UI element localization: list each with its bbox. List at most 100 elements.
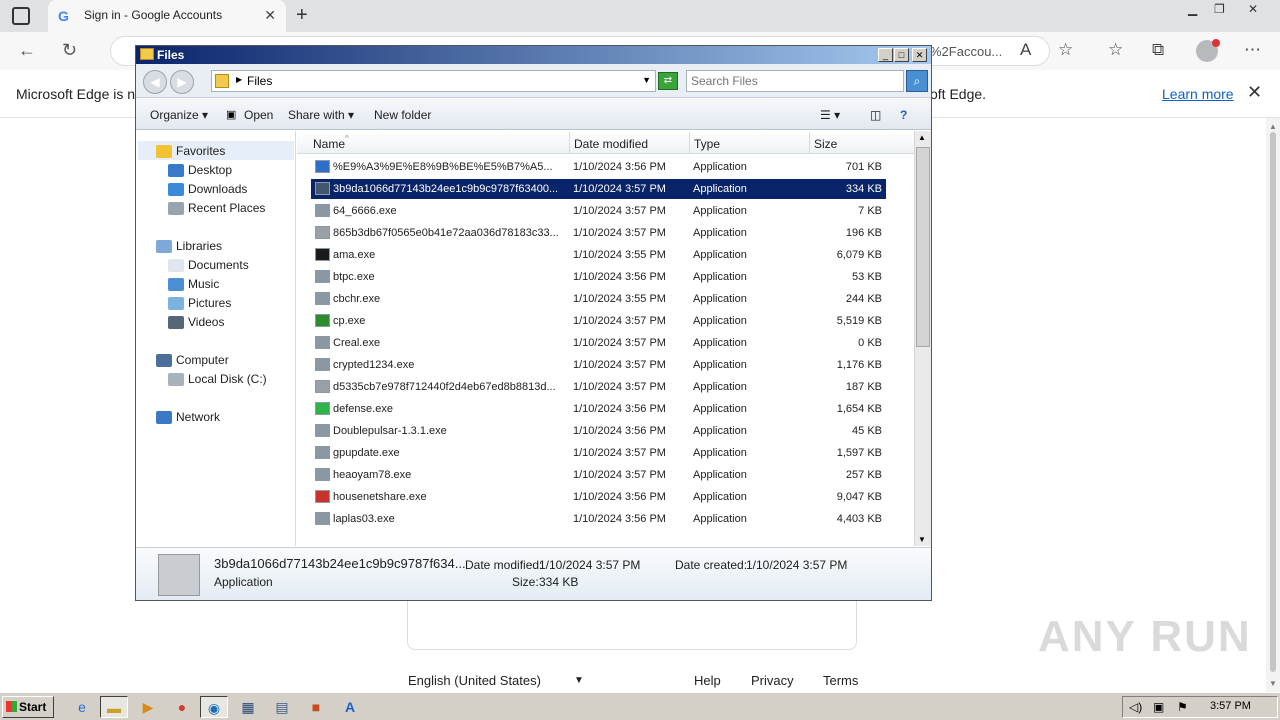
network-tray-icon[interactable]: ▣ [1153, 700, 1164, 714]
nav-music[interactable]: Music [168, 277, 219, 292]
learn-more-link[interactable]: Learn more [1162, 86, 1234, 102]
file-row[interactable]: %E9%A3%9E%E8%9B%BE%E5%B7%A5... 1/10/2024 … [311, 157, 886, 177]
chevron-down-icon[interactable]: ▼ [574, 675, 584, 686]
ie-icon[interactable]: e [68, 696, 96, 718]
browser-tab[interactable]: G Sign in - Google Accounts ✕ [48, 0, 286, 32]
new-tab-icon[interactable]: + [296, 4, 308, 27]
column-divider[interactable] [689, 132, 690, 154]
start-button[interactable]: Start [2, 696, 54, 718]
restore-icon[interactable]: ❐ [1214, 2, 1225, 16]
privacy-link[interactable]: Privacy [751, 673, 794, 688]
open-button[interactable]: Open [244, 108, 273, 122]
more-icon[interactable]: ⋯ [1244, 40, 1261, 60]
file-row[interactable]: Creal.exe 1/10/2024 3:57 PM Application 0 K… [311, 333, 886, 353]
read-aloud-icon[interactable]: A [1020, 40, 1031, 60]
nav-libraries[interactable]: Libraries [156, 239, 222, 254]
col-name[interactable]: Name [313, 137, 345, 151]
close-button[interactable]: ✕ [912, 48, 927, 62]
organize-button[interactable]: Organize ▾ [150, 108, 208, 122]
explorer-titlebar[interactable]: Files _ □ ✕ [136, 46, 931, 64]
file-row[interactable]: laplas03.exe 1/10/2024 3:56 PM Application… [311, 509, 886, 529]
app-icon[interactable]: ▤ [268, 696, 296, 718]
breadcrumb-arrow-icon[interactable]: ▶ [236, 75, 242, 84]
file-row[interactable]: ama.exe 1/10/2024 3:55 PM Application 6,079… [311, 245, 886, 265]
nav-computer[interactable]: Computer [156, 353, 229, 368]
file-row[interactable]: Doublepulsar-1.3.1.exe 1/10/2024 3:56 PM A… [311, 421, 886, 441]
file-row[interactable]: cp.exe 1/10/2024 3:57 PM Application 5,519 … [311, 311, 886, 331]
app-icon[interactable]: A [336, 696, 364, 718]
scroll-thumb[interactable] [916, 147, 930, 347]
favorites-icon[interactable]: ☆ [1108, 40, 1123, 60]
file-row[interactable]: housenetshare.exe 1/10/2024 3:56 PM Applic… [311, 487, 886, 507]
scroll-up-icon[interactable]: ▲ [1269, 122, 1277, 131]
scroll-down-icon[interactable]: ▼ [918, 535, 926, 544]
file-row[interactable]: 865b3db67f0565e0b41e72aa036d78183c33... 1… [311, 223, 886, 243]
nav-videos[interactable]: Videos [168, 315, 224, 330]
nav-recent-places[interactable]: Recent Places [168, 201, 265, 216]
collections-icon[interactable]: ⧉ [1152, 40, 1164, 60]
refresh-icon[interactable]: ↻ [62, 40, 77, 61]
refresh-button[interactable]: ⇄ [658, 72, 678, 90]
col-size[interactable]: Size [814, 137, 837, 151]
column-divider[interactable] [569, 132, 570, 154]
language-select[interactable]: English (United States) [408, 673, 541, 688]
flag-icon[interactable]: ⚑ [1177, 700, 1188, 714]
path-bar[interactable]: ▶ Files ▼ [211, 70, 656, 92]
breadcrumb[interactable]: Files [247, 74, 272, 88]
file-row[interactable]: heaoyam78.exe 1/10/2024 3:57 PM Applicatio… [311, 465, 886, 485]
edge-icon[interactable]: ◉ [200, 696, 228, 718]
nav-local-disk[interactable]: Local Disk (C:) [168, 372, 267, 387]
help-icon[interactable]: ? [900, 108, 907, 122]
file-row[interactable]: d5335cb7e978f712440f2d4eb67ed8b8813d... 1… [311, 377, 886, 397]
new-folder-button[interactable]: New folder [374, 108, 431, 122]
volume-icon[interactable]: ◁) [1129, 700, 1142, 714]
file-row[interactable]: 3b9da1066d77143b24ee1c9b9c9787f63400... 1… [311, 179, 886, 199]
nav-favorites[interactable]: Favorites [156, 144, 225, 159]
nav-downloads[interactable]: Downloads [168, 182, 247, 197]
nav-network[interactable]: Network [156, 410, 220, 425]
media-player-icon[interactable]: ▶ [134, 696, 162, 718]
file-row[interactable]: gpupdate.exe 1/10/2024 3:57 PM Application… [311, 443, 886, 463]
nav-pictures[interactable]: Pictures [168, 296, 231, 311]
chevron-down-icon[interactable]: ▼ [642, 75, 651, 85]
scroll-up-icon[interactable]: ▲ [918, 133, 926, 142]
search-icon[interactable]: ⌕ [906, 70, 928, 92]
add-favorite-icon[interactable]: ☆ [1058, 40, 1073, 60]
share-with-button[interactable]: Share with ▾ [288, 108, 354, 122]
views-icon[interactable]: ☰ ▾ [820, 108, 840, 122]
tab-actions-icon[interactable] [12, 7, 30, 25]
file-list-scrollbar[interactable]: ▲ ▼ [914, 131, 931, 546]
scroll-thumb[interactable] [1270, 132, 1276, 672]
preview-pane-icon[interactable]: ◫ [870, 108, 881, 122]
file-row[interactable]: defense.exe 1/10/2024 3:56 PM Application 1… [311, 399, 886, 419]
file-row[interactable]: cbchr.exe 1/10/2024 3:55 PM Application 244… [311, 289, 886, 309]
back-button[interactable]: ◀ [143, 70, 167, 94]
avatar[interactable] [1196, 39, 1220, 62]
column-divider[interactable] [809, 132, 810, 154]
search-input[interactable] [691, 74, 891, 88]
nav-documents[interactable]: Documents [168, 258, 249, 273]
close-icon[interactable]: ✕ [1247, 82, 1262, 103]
maximize-button[interactable]: □ [894, 48, 909, 62]
nav-desktop[interactable]: Desktop [168, 163, 232, 178]
file-row[interactable]: crypted1234.exe 1/10/2024 3:57 PM Applicat… [311, 355, 886, 375]
col-type[interactable]: Type [694, 137, 720, 151]
page-scrollbar[interactable]: ▲ ▼ [1266, 118, 1280, 692]
search-field[interactable] [686, 70, 904, 92]
app-icon[interactable]: ■ [302, 696, 330, 718]
chrome-icon[interactable]: ● [168, 696, 196, 718]
scroll-down-icon[interactable]: ▼ [1269, 679, 1277, 688]
help-link[interactable]: Help [694, 673, 721, 688]
back-icon[interactable]: ← [18, 40, 36, 61]
file-row[interactable]: btpc.exe 1/10/2024 3:56 PM Application 53 K… [311, 267, 886, 287]
file-row[interactable]: 64_6666.exe 1/10/2024 3:57 PM Application 7… [311, 201, 886, 221]
col-date[interactable]: Date modified [574, 137, 648, 151]
minimize-button[interactable]: _ [878, 48, 893, 62]
close-window-icon[interactable]: ✕ [1248, 2, 1258, 16]
forward-button[interactable]: ▶ [170, 70, 194, 94]
terms-link[interactable]: Terms [823, 673, 858, 688]
tab-close-icon[interactable]: ✕ [264, 7, 276, 24]
app-icon[interactable]: ▦ [234, 696, 262, 718]
minimize-icon[interactable]: ▁ [1188, 2, 1197, 16]
explorer-taskbar-icon[interactable]: ▬ [100, 696, 128, 718]
